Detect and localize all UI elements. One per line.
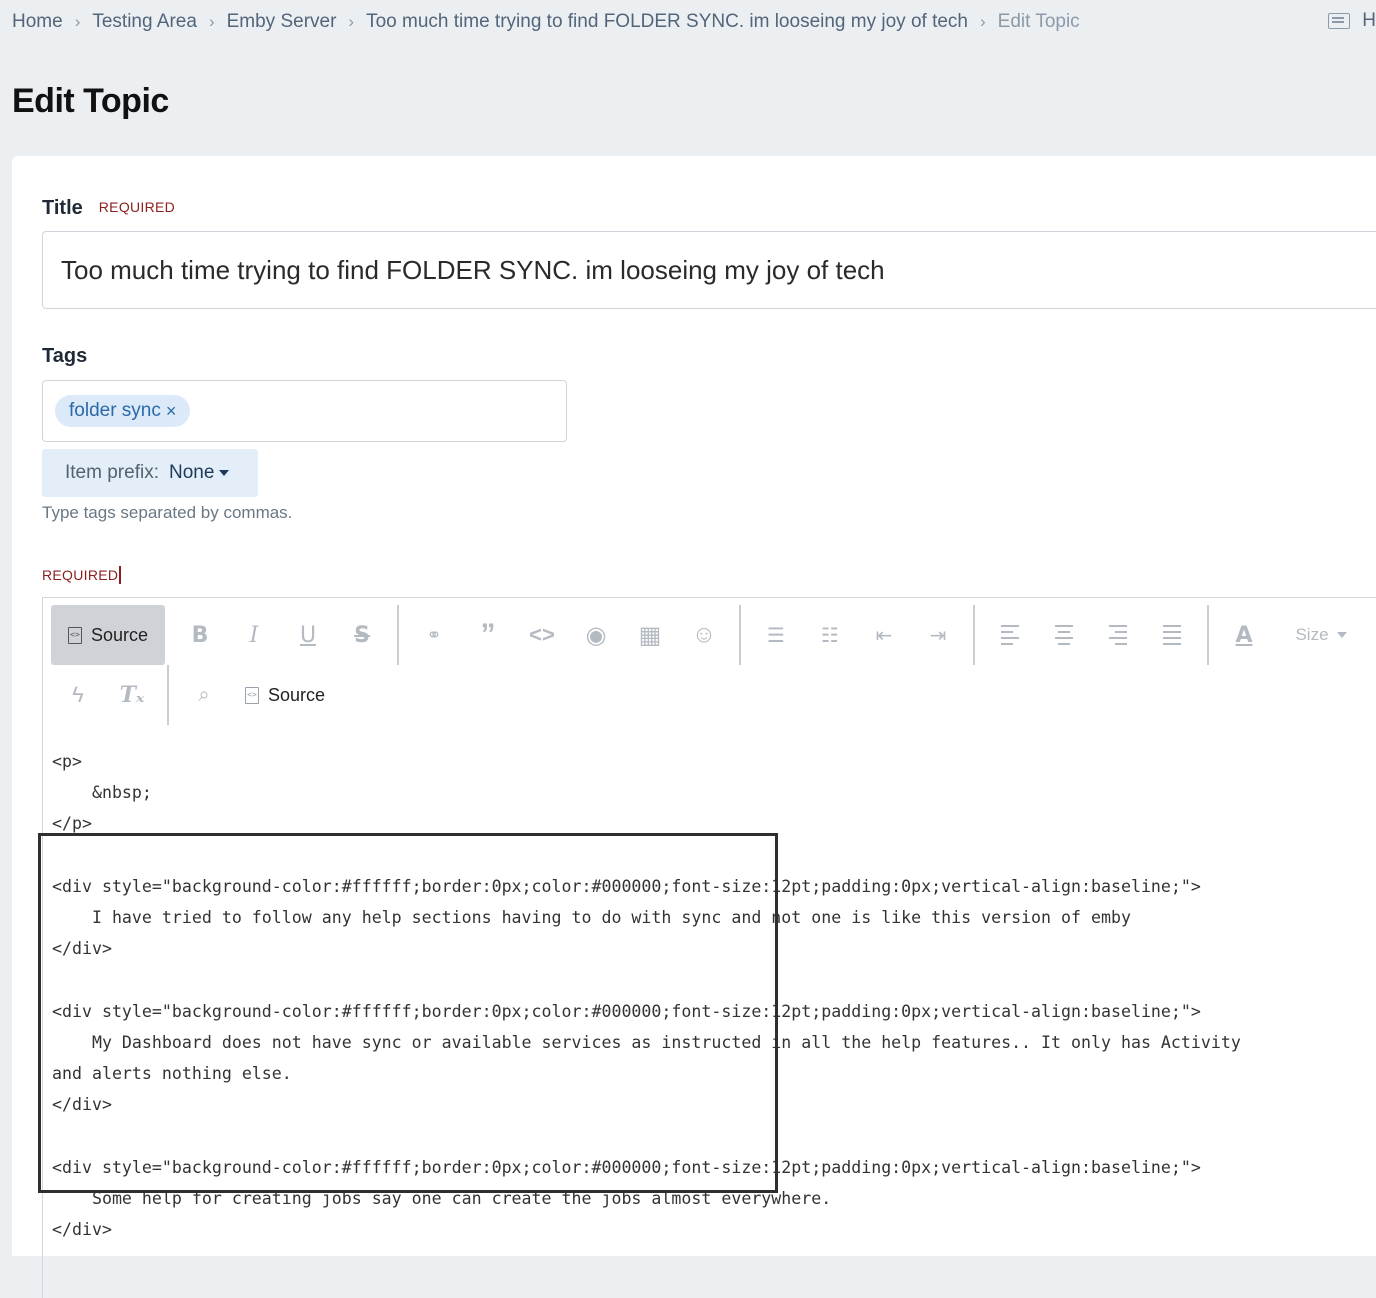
italic-icon: I xyxy=(249,622,259,648)
align-right-button[interactable] xyxy=(1091,605,1145,665)
code-icon: <> xyxy=(529,622,555,647)
quote-icon: ” xyxy=(480,618,496,651)
align-center-button[interactable] xyxy=(1037,605,1091,665)
bullet-list-button[interactable]: ☰ xyxy=(749,605,803,665)
find-button[interactable]: ⌕ xyxy=(177,665,231,725)
editor-toolbar-row-2: ϟ Tₓ ⌕ <> Source xyxy=(43,665,325,725)
strikethrough-button[interactable]: S xyxy=(335,605,389,665)
code-button[interactable]: <> xyxy=(515,605,569,665)
content-required-text: REQUIRED xyxy=(42,567,119,583)
editor-toolbar-row-1: <> Source B I U S ⚭ ” <> ◉ ▦ ☺ ☰ ☷ ⇤ ⇥ A… xyxy=(43,605,1361,665)
bold-button[interactable]: B xyxy=(173,605,227,665)
underline-icon: U xyxy=(299,622,317,648)
tags-input[interactable]: folder sync × xyxy=(42,380,567,442)
outdent-icon: ⇤ xyxy=(875,624,893,647)
item-prefix-value: None xyxy=(168,462,215,483)
preview-button[interactable]: ◉ xyxy=(569,605,623,665)
quote-button[interactable]: ” xyxy=(461,605,515,665)
breadcrumb: Home › Testing Area › Emby Server › Too … xyxy=(12,10,1080,34)
code-line: &nbsp; xyxy=(52,783,152,803)
align-left-icon xyxy=(1001,625,1019,645)
source-button-label: Source xyxy=(90,624,149,645)
title-label: Title xyxy=(42,197,83,219)
find-icon: ⌕ xyxy=(198,683,210,706)
flash-button[interactable]: ϟ xyxy=(51,665,105,725)
numbered-list-button[interactable]: ☷ xyxy=(803,605,857,665)
text-color-icon: A xyxy=(1235,622,1253,648)
size-label: Size xyxy=(1295,625,1329,644)
chevron-right-icon: › xyxy=(208,12,215,31)
numbered-list-icon: ☷ xyxy=(821,624,839,647)
newspaper-icon xyxy=(1328,13,1351,29)
tags-hint: Type tags separated by commas. xyxy=(42,503,293,522)
breadcrumb-testing-area[interactable]: Testing Area xyxy=(92,11,197,33)
source-icon: <> xyxy=(67,626,82,644)
breadcrumb-home[interactable]: Home xyxy=(12,11,63,33)
top-right-link[interactable]: H xyxy=(1328,10,1376,32)
source-button[interactable]: <> Source xyxy=(245,685,325,706)
caret-down-icon xyxy=(1336,632,1347,638)
outdent-button[interactable]: ⇤ xyxy=(857,605,911,665)
table-button[interactable]: ▦ xyxy=(623,605,677,665)
remove-tag-icon[interactable]: × xyxy=(166,401,177,422)
toolbar-divider xyxy=(167,665,169,725)
justify-icon xyxy=(1163,625,1181,645)
underline-button[interactable]: U xyxy=(281,605,335,665)
text-cursor xyxy=(119,566,122,584)
caret-down-icon xyxy=(219,470,230,476)
link-icon: ⚭ xyxy=(426,624,442,645)
breadcrumb-current: Edit Topic xyxy=(997,11,1080,32)
chevron-right-icon: › xyxy=(74,12,81,31)
tag-chip: folder sync × xyxy=(55,395,191,427)
align-right-icon xyxy=(1109,625,1127,645)
justify-button[interactable] xyxy=(1145,605,1199,665)
page-title: Edit Topic xyxy=(12,82,169,120)
clear-format-icon: Tₓ xyxy=(119,682,145,708)
top-right-label: H xyxy=(1362,10,1376,31)
tags-label: Tags xyxy=(42,345,88,367)
table-icon: ▦ xyxy=(638,621,662,649)
item-prefix-label: Item prefix: xyxy=(65,462,159,483)
indent-icon: ⇥ xyxy=(929,624,947,647)
bold-icon: B xyxy=(191,622,209,648)
item-prefix-dropdown[interactable]: Item prefix: None xyxy=(42,449,258,497)
tag-label: folder sync xyxy=(69,400,161,421)
title-input[interactable] xyxy=(42,231,1376,309)
source-toggle-button[interactable]: <> Source xyxy=(51,605,165,665)
align-center-icon xyxy=(1055,625,1073,645)
code-line: </p> xyxy=(52,814,92,834)
chevron-right-icon: › xyxy=(979,12,986,31)
font-size-dropdown[interactable]: Size xyxy=(1281,605,1361,665)
align-left-button[interactable] xyxy=(983,605,1037,665)
emoji-button[interactable]: ☺ xyxy=(677,605,731,665)
source-icon: <> xyxy=(245,686,259,704)
preview-icon: ◉ xyxy=(585,621,607,649)
content-required-label: REQUIRED xyxy=(42,566,122,584)
toolbar-divider xyxy=(973,605,975,665)
title-field-label: Title REQUIRED xyxy=(42,197,175,220)
chevron-right-icon: › xyxy=(348,12,355,31)
annotation-highlight-box xyxy=(38,833,778,1193)
code-line: </div> xyxy=(52,1220,112,1240)
toolbar-divider xyxy=(397,605,399,665)
bullet-list-icon: ☰ xyxy=(767,624,785,647)
source-button-label-2: Source xyxy=(268,684,326,705)
breadcrumb-topic[interactable]: Too much time trying to find FOLDER SYNC… xyxy=(366,11,968,33)
flash-icon: ϟ xyxy=(72,682,84,707)
breadcrumb-emby-server[interactable]: Emby Server xyxy=(227,11,337,33)
indent-button[interactable]: ⇥ xyxy=(911,605,965,665)
required-badge: REQUIRED xyxy=(98,199,176,215)
text-color-button[interactable]: A xyxy=(1217,605,1271,665)
toolbar-divider xyxy=(1207,605,1209,665)
clear-format-button[interactable]: Tₓ xyxy=(105,665,159,725)
toolbar-divider xyxy=(739,605,741,665)
link-button[interactable]: ⚭ xyxy=(407,605,461,665)
code-line: <p> xyxy=(52,752,82,771)
italic-button[interactable]: I xyxy=(227,605,281,665)
strikethrough-icon: S xyxy=(354,622,370,648)
emoji-icon: ☺ xyxy=(691,621,717,648)
